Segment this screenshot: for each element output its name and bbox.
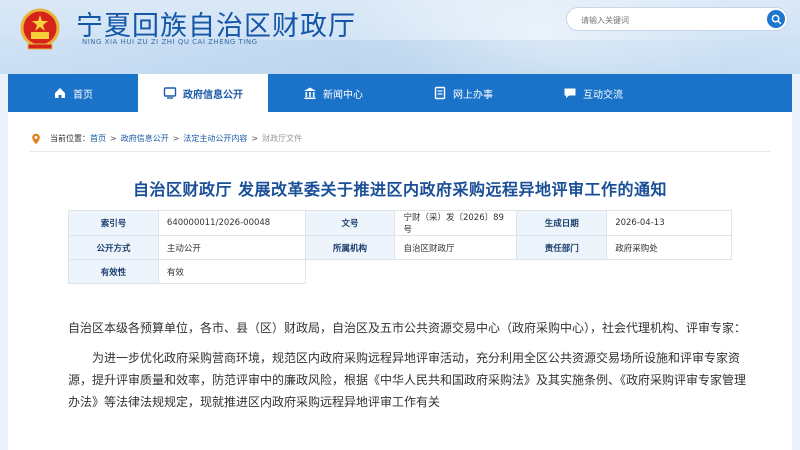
home-icon: [55, 88, 65, 98]
meta-value: 自治区财政厅: [394, 235, 518, 260]
main-content: 当前位置： 首页 > 政府信息公开 > 法定主动公开内容 > 财政厅文件 自治区…: [8, 112, 792, 450]
nav-label: 新闻中心: [323, 89, 363, 101]
meta-label: 索引号: [68, 210, 159, 236]
document-title: 自治区财政厅 发展改革委关于推进区内政府采购远程异地评审工作的通知: [132, 180, 668, 199]
paragraph: 为进一步优化政府采购营商环境，规范区内政府采购远程异地评审活动，充分利用全区公共…: [68, 351, 747, 409]
breadcrumb: 当前位置： 首页 > 政府信息公开 > 法定主动公开内容 > 财政厅文件: [30, 126, 770, 152]
search-input[interactable]: [581, 13, 751, 27]
chat-icon: [564, 88, 576, 98]
table-row: 有效性 有效: [68, 259, 732, 284]
meta-value: 2026-04-13: [606, 210, 732, 236]
nav-label: 首页: [73, 89, 93, 101]
breadcrumb-separator: >: [172, 134, 180, 143]
location-pin-icon: [32, 133, 40, 144]
breadcrumb-separator: >: [110, 134, 117, 143]
search-button[interactable]: [767, 10, 785, 28]
meta-label: 文号: [304, 210, 396, 236]
paragraph: 自治区本级各预算单位，各市、县（区）财政局，自治区及五市公共资源交易中心（政府采…: [68, 321, 747, 335]
breadcrumb-link[interactable]: 法定主动公开内容: [183, 133, 247, 144]
meta-label: 所属机构: [304, 235, 396, 260]
meta-label: 责任部门: [516, 235, 608, 260]
meta-empty: [305, 260, 731, 284]
national-emblem-icon: [20, 8, 60, 50]
nav-label: 政府信息公开: [183, 89, 243, 101]
document-meta-table: 索引号 640000011/2026-00048 文号 宁财（采）发〔2026〕…: [68, 210, 732, 284]
nav-label: 网上办事: [453, 89, 493, 101]
meta-label: 有效性: [68, 259, 159, 284]
table-row: 索引号 640000011/2026-00048 文号 宁财（采）发〔2026〕…: [68, 210, 732, 236]
meta-value: 640000011/2026-00048: [157, 210, 306, 236]
table-row: 公开方式 主动公开 所属机构 自治区财政厅 责任部门 政府采购处: [68, 235, 732, 260]
site-subtitle: NING XIA HUI ZU ZI ZHI QU CAI ZHENG TING: [82, 38, 258, 46]
meta-label: 公开方式: [68, 235, 159, 260]
nav-news[interactable]: 新闻中心: [268, 74, 398, 112]
nav-home[interactable]: 首页: [8, 74, 138, 112]
site-header: 宁夏回族自治区财政厅 NING XIA HUI ZU ZI ZHI QU CAI…: [0, 0, 800, 74]
meta-value: 宁财（采）发〔2026〕89号: [394, 210, 518, 236]
breadcrumb-separator: >: [251, 134, 259, 143]
document-body: 自治区本级各预算单位，各市、县（区）财政局，自治区及五市公共资源交易中心（政府采…: [68, 317, 748, 417]
breadcrumb-prefix: 当前位置：: [50, 134, 90, 143]
nav-gov-info[interactable]: 政府信息公开: [138, 74, 268, 112]
meta-value: 主动公开: [157, 235, 306, 260]
nav-online-service[interactable]: 网上办事: [398, 74, 528, 112]
meta-label: 生成日期: [516, 210, 608, 236]
breadcrumb-link[interactable]: 首页: [90, 133, 106, 144]
building-icon: [304, 87, 316, 99]
main-nav: 首页 政府信息公开 新闻中心 网上办事 互动交流: [8, 74, 792, 112]
meta-value: 政府采购处: [606, 235, 732, 260]
breadcrumb-link[interactable]: 政府信息公开: [121, 133, 169, 144]
monitor-icon: [163, 87, 177, 99]
meta-value: 有效: [157, 259, 306, 284]
nav-interaction[interactable]: 互动交流: [528, 74, 658, 112]
search-box: [566, 7, 788, 31]
search-icon: [771, 14, 781, 24]
breadcrumb-current: 财政厅文件: [262, 134, 303, 143]
document-icon: [434, 86, 446, 100]
nav-label: 互动交流: [583, 89, 623, 101]
